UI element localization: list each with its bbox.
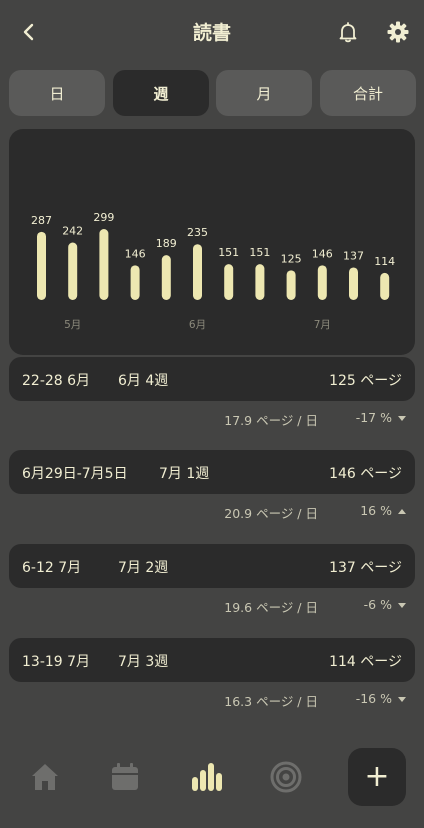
bar-value-label: 299: [93, 211, 114, 224]
week-pages: 146 ページ: [329, 466, 402, 482]
change-percent: -6 %: [364, 597, 406, 612]
bell-icon[interactable]: [336, 20, 360, 44]
trend-down-icon: [398, 603, 406, 608]
bottom-navigation: +: [0, 740, 424, 828]
chart-bar[interactable]: [37, 231, 46, 300]
tab-week[interactable]: 週: [113, 70, 209, 116]
bar-value-label: 146: [312, 247, 333, 260]
period-tabs: 日 週 月 合計: [9, 70, 416, 116]
week-range: 6月29日-7月5日: [22, 466, 128, 482]
home-icon[interactable]: [28, 760, 62, 794]
tab-month[interactable]: 月: [216, 70, 312, 116]
chart-bar[interactable]: [286, 270, 296, 300]
chart-bar[interactable]: [317, 265, 327, 300]
tab-day[interactable]: 日: [9, 70, 105, 116]
week-stats: 20.9 ページ / 日 16 %: [0, 503, 424, 523]
bar-value-label: 287: [31, 214, 52, 227]
calendar-icon[interactable]: [108, 760, 142, 794]
gear-icon[interactable]: [386, 20, 410, 44]
chart-bar[interactable]: [255, 264, 265, 300]
bar-value-label: 151: [218, 246, 239, 259]
bar-value-label: 146: [125, 247, 146, 260]
chart-bar[interactable]: [193, 244, 202, 300]
bar-value-label: 151: [249, 246, 270, 259]
stats-icon[interactable]: [189, 760, 223, 794]
pages-per-day: 19.6 ページ / 日: [224, 600, 318, 615]
x-month-label: 5月: [64, 319, 81, 331]
week-pages: 137 ページ: [329, 560, 402, 576]
x-month-label: 7月: [314, 319, 331, 331]
change-percent: -16 %: [356, 691, 406, 706]
chart-bar[interactable]: [349, 267, 358, 300]
week-stats: 17.9 ページ / 日 -17 %: [0, 410, 424, 430]
week-number: 7月 1週: [159, 466, 210, 482]
pages-per-day: 16.3 ページ / 日: [224, 694, 318, 709]
page-title: 読書: [192, 22, 231, 44]
x-month-label: 6月: [189, 319, 206, 331]
week-stats: 19.6 ページ / 日 -6 %: [0, 597, 424, 617]
target-icon[interactable]: [269, 760, 303, 794]
week-pages: 114 ページ: [329, 654, 402, 670]
week-card[interactable]: 22-28 6月 6月 4週 125 ページ: [9, 357, 415, 401]
week-card[interactable]: 13-19 7月 7月 3週 114 ページ: [9, 638, 415, 682]
week-range: 22-28 6月: [22, 373, 91, 389]
pages-per-day: 17.9 ページ / 日: [224, 413, 318, 428]
week-number: 6月 4週: [118, 373, 169, 389]
chart-bar[interactable]: [161, 255, 171, 300]
chart-bar[interactable]: [130, 265, 140, 300]
add-button[interactable]: +: [348, 748, 406, 806]
bar-value-label: 189: [156, 237, 177, 250]
week-range: 6-12 7月: [22, 560, 82, 576]
chart-bar[interactable]: [224, 264, 234, 300]
trend-down-icon: [398, 416, 406, 421]
bar-value-label: 137: [343, 249, 364, 262]
chart-bar[interactable]: [380, 272, 390, 300]
week-number: 7月 2週: [118, 560, 169, 576]
week-card[interactable]: 6月29日-7月5日 7月 1週 146 ページ: [9, 450, 415, 494]
change-percent: 16 %: [360, 503, 406, 518]
bar-value-label: 125: [281, 252, 302, 265]
bar-value-label: 235: [187, 226, 208, 239]
bar-chart-svg: 287 242 299 146 189 235 151 151 125 146 137 114 5月 6月…: [31, 211, 395, 331]
change-percent: -17 %: [356, 410, 406, 425]
tab-total[interactable]: 合計: [320, 70, 416, 116]
week-range: 13-19 7月: [22, 654, 91, 670]
app-header: 読書: [0, 0, 424, 64]
trend-up-icon: [398, 509, 406, 514]
week-card[interactable]: 6-12 7月 7月 2週 137 ページ: [9, 544, 415, 588]
plus-icon: +: [364, 759, 390, 794]
trend-down-icon: [398, 697, 406, 702]
bar-value-label: 114: [374, 255, 395, 268]
pages-per-day: 20.9 ページ / 日: [224, 506, 318, 521]
bar-value-label: 242: [62, 225, 83, 238]
week-stats: 16.3 ページ / 日 -16 %: [0, 691, 424, 711]
weekly-pages-chart: 287 242 299 146 189 235 151 151 125 146 137 114 5月 6月…: [9, 129, 415, 355]
week-pages: 125 ページ: [329, 373, 402, 389]
chart-bar[interactable]: [68, 242, 78, 300]
week-number: 7月 3週: [118, 654, 169, 670]
chart-bar[interactable]: [99, 229, 109, 300]
